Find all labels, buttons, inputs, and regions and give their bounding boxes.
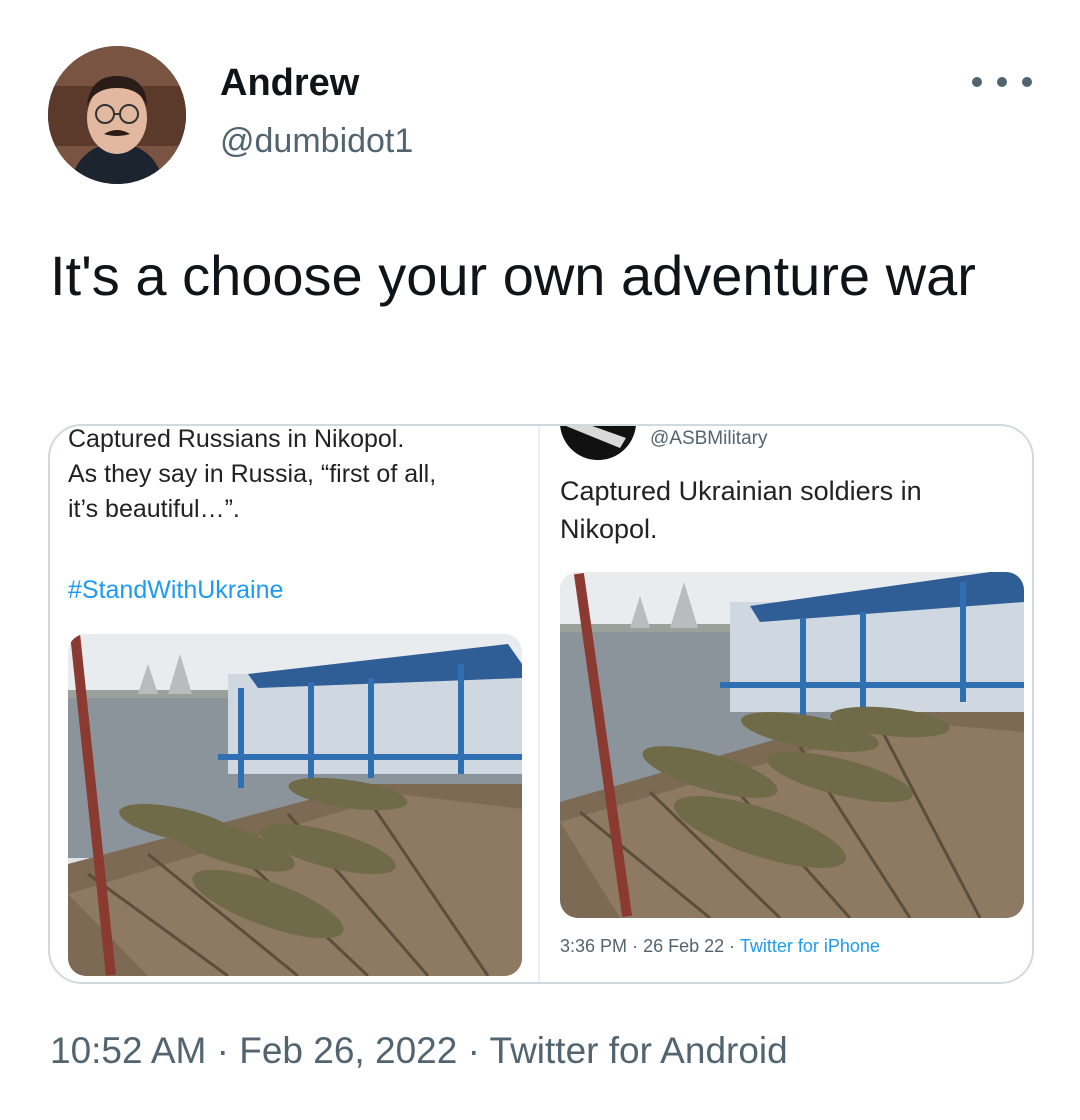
avatar[interactable] bbox=[48, 46, 186, 184]
more-dot bbox=[997, 77, 1007, 87]
quoted-date: 26 Feb 22 bbox=[643, 936, 725, 956]
tweet-source[interactable]: Twitter for Android bbox=[490, 1030, 788, 1071]
left-tweet-text: Captured Russians in Nikopol. As they sa… bbox=[68, 425, 538, 527]
right-tweet-text: Captured Ukrainian soldiers in Nikopol. bbox=[560, 476, 922, 544]
meta-separator: · bbox=[467, 1030, 480, 1071]
more-dot bbox=[972, 77, 982, 87]
media-card[interactable]: Captured Russians in Nikopol. As they sa… bbox=[48, 424, 1034, 984]
tweet-time[interactable]: 10:52 AM bbox=[50, 1030, 206, 1071]
quoted-source-link[interactable]: Twitter for iPhone bbox=[740, 936, 880, 956]
media-right-screenshot[interactable]: @ASBMilitary Captured Ukrainian soldiers… bbox=[540, 426, 1032, 982]
user-handle[interactable]: @dumbidot1 bbox=[220, 122, 413, 161]
left-line-1: Captured Russians in Nikopol. bbox=[68, 425, 405, 453]
display-name[interactable]: Andrew bbox=[220, 62, 359, 105]
quoted-time: 3:36 PM bbox=[560, 936, 628, 956]
media-left-screenshot[interactable]: Captured Russians in Nikopol. As they sa… bbox=[50, 426, 538, 982]
hashtag-link[interactable]: #StandWithUkraine bbox=[68, 576, 283, 605]
more-horizontal-icon[interactable] bbox=[972, 62, 1032, 102]
soldiers-photo bbox=[68, 634, 522, 976]
asb-avatar bbox=[560, 426, 636, 460]
left-line-2: As they say in Russia, “first of all, bbox=[68, 460, 437, 488]
meta-separator: · bbox=[729, 936, 736, 956]
quoted-meta: 3:36 PM · 26 Feb 22 · Twitter for iPhone bbox=[560, 936, 880, 957]
meta-separator: · bbox=[216, 1030, 229, 1071]
more-dot bbox=[1022, 77, 1032, 87]
tweet-meta: 10:52 AM · Feb 26, 2022 · Twitter for An… bbox=[50, 1030, 788, 1072]
tweet-date[interactable]: Feb 26, 2022 bbox=[239, 1030, 457, 1071]
soldiers-photo bbox=[560, 572, 1024, 918]
tweet-text: It's a choose your own adventure war bbox=[50, 244, 976, 307]
meta-separator: · bbox=[632, 936, 639, 956]
left-line-3: it’s beautiful…”. bbox=[68, 495, 240, 523]
quoted-handle: @ASBMilitary bbox=[650, 428, 768, 449]
